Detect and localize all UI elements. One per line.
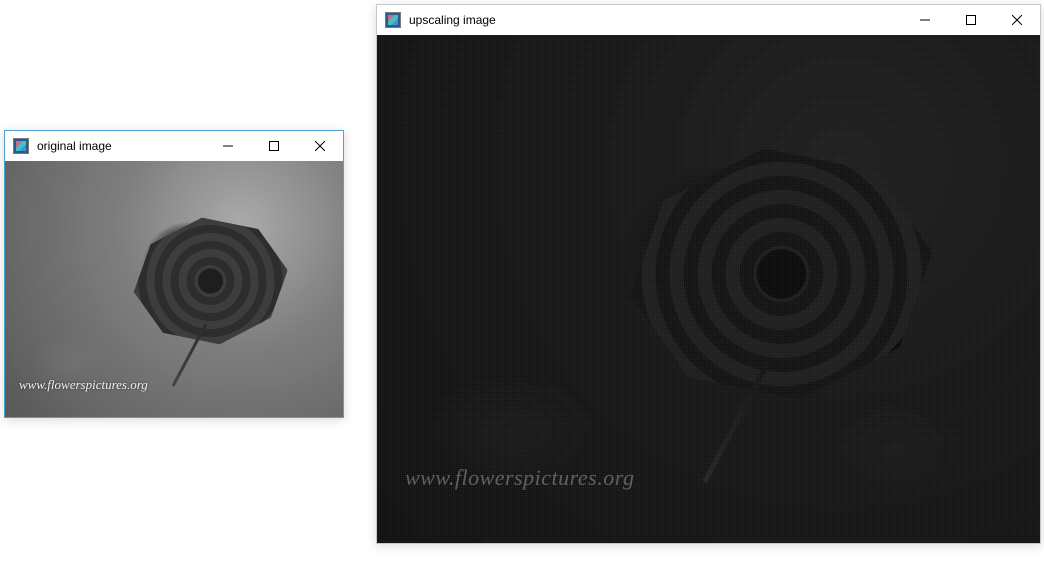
minimize-icon: [223, 141, 233, 151]
minimize-button[interactable]: [902, 5, 948, 35]
app-icon: [385, 12, 401, 28]
maximize-button[interactable]: [251, 131, 297, 161]
close-button[interactable]: [994, 5, 1040, 35]
maximize-icon: [966, 15, 976, 25]
window-title: upscaling image: [409, 13, 496, 27]
image-viewport-upscaled: www.flowerspictures.org: [377, 35, 1040, 543]
window-original: original image www.flowerspictures.org: [4, 130, 344, 418]
minimize-icon: [920, 15, 930, 25]
maximize-button[interactable]: [948, 5, 994, 35]
watermark-text: www.flowerspictures.org: [19, 377, 148, 393]
image-viewport-original: www.flowerspictures.org: [5, 161, 343, 417]
titlebar-original[interactable]: original image: [5, 131, 343, 161]
titlebar-upscaling[interactable]: upscaling image: [377, 5, 1040, 35]
app-icon: [13, 138, 29, 154]
maximize-icon: [269, 141, 279, 151]
window-controls: [902, 5, 1040, 35]
watermark-text: www.flowerspictures.org: [405, 465, 634, 491]
minimize-button[interactable]: [205, 131, 251, 161]
window-upscaling: upscaling image www.flowerspictures.org: [376, 4, 1041, 544]
close-icon: [315, 141, 325, 151]
window-controls: [205, 131, 343, 161]
window-title: original image: [37, 139, 112, 153]
close-icon: [1012, 15, 1022, 25]
close-button[interactable]: [297, 131, 343, 161]
